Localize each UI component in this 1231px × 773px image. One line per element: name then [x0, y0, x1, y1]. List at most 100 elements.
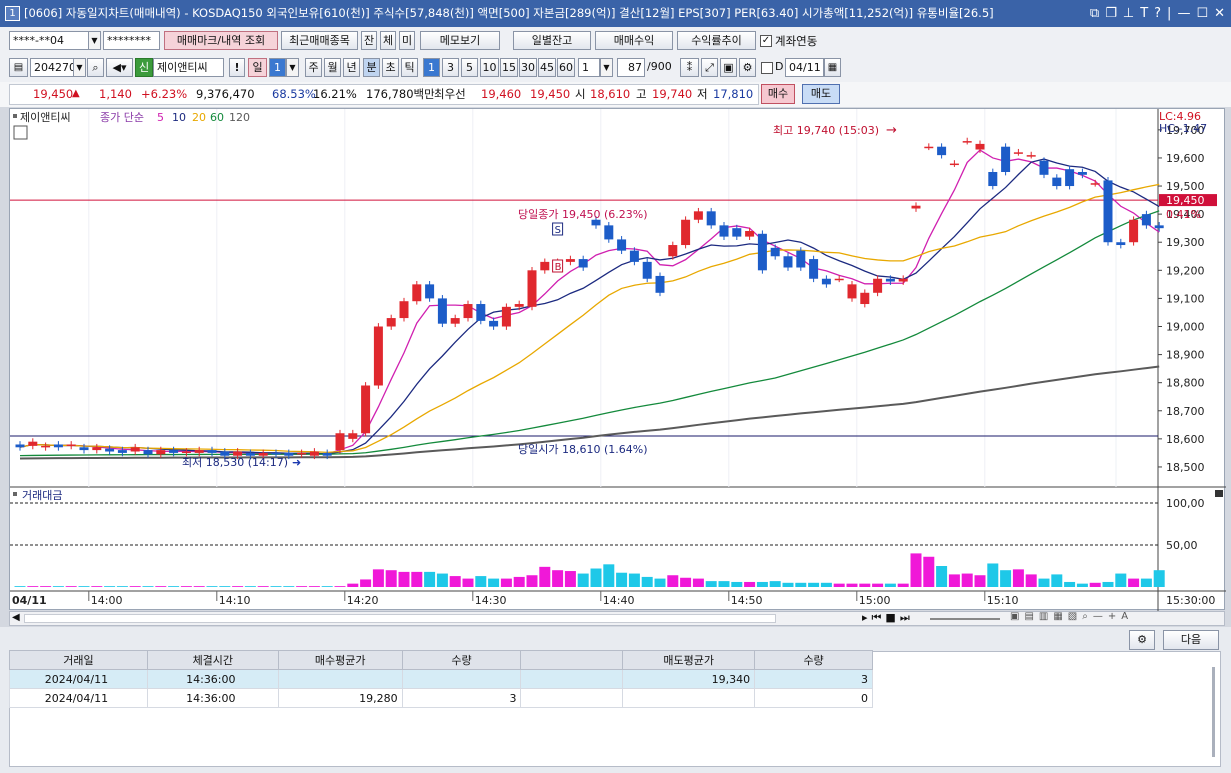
volume-bar — [232, 586, 244, 587]
period-month-button[interactable]: 월 — [324, 58, 341, 77]
alert-icon[interactable]: ! — [229, 58, 245, 77]
app-icon[interactable]: 1 — [5, 6, 20, 21]
volume-bar — [1115, 573, 1127, 587]
date-checkbox[interactable] — [761, 62, 773, 74]
price-change: 1,140 — [99, 87, 132, 101]
volume-value: 9,376,470 — [196, 87, 255, 101]
minute-60-button[interactable]: 60 — [557, 58, 575, 77]
volume-bar — [526, 575, 538, 587]
daily-balance-button[interactable]: 일별잔고 — [513, 31, 591, 50]
up-arrow-icon: ▲ — [72, 88, 80, 99]
close-icon[interactable]: ✕ — [1214, 0, 1225, 27]
minute-15-button[interactable]: 15 — [500, 58, 518, 77]
playback-controls-icon[interactable]: ▸⏮■⏭ — [862, 611, 914, 625]
price-chart[interactable]: 19,70019,60019,50019,40019,30019,20019,1… — [10, 109, 1226, 611]
count-input[interactable]: 87 — [617, 58, 645, 77]
candle-body — [41, 445, 51, 448]
period-day-dropdown-icon[interactable]: ▼ — [286, 58, 299, 77]
volume-bar — [1140, 578, 1152, 587]
minute-30-button[interactable]: 30 — [519, 58, 537, 77]
candle-body — [757, 233, 767, 271]
grid-scrollbar[interactable] — [1212, 667, 1215, 757]
minute-5-button[interactable]: 5 — [461, 58, 478, 77]
stock-code-dropdown-icon[interactable]: ▼ — [73, 58, 86, 77]
tab-unexecuted[interactable]: 미 — [399, 31, 415, 50]
period-minute-button[interactable]: 분 — [363, 58, 380, 77]
font-icon[interactable]: T — [1140, 0, 1148, 27]
volume-bar — [270, 586, 282, 587]
volume-bar — [40, 586, 52, 587]
account-dropdown-icon[interactable]: ▼ — [88, 31, 101, 50]
account-link-checkbox[interactable]: ✓ — [760, 35, 772, 47]
mark-history-button[interactable]: 매매마크/내역 조회 — [164, 31, 278, 50]
period-day-button[interactable]: 일 — [248, 58, 267, 77]
zoom-slider[interactable] — [930, 618, 1000, 620]
candle-body — [783, 256, 793, 268]
volume-bar — [1025, 574, 1037, 587]
sell-button[interactable]: 매도 — [802, 84, 840, 104]
save-icon[interactable]: ▣ — [720, 58, 737, 77]
stock-code-input[interactable]: 204270 — [30, 58, 74, 77]
period-tick-button[interactable]: 틱 — [401, 58, 418, 77]
recent-trades-button[interactable]: 최근매매종목 — [281, 31, 358, 50]
gear-icon[interactable]: ⚙ — [1129, 630, 1155, 650]
buy-button[interactable]: 매수 — [761, 84, 795, 104]
low-label: 저 — [697, 87, 708, 101]
candle-body — [450, 318, 460, 324]
table-row[interactable]: 2024/04/11 14:36:00 19,280 3 0 — [9, 688, 873, 708]
tab-executed[interactable]: 체 — [380, 31, 396, 50]
password-input[interactable]: ******** — [103, 31, 160, 50]
tab-balance[interactable]: 잔 — [361, 31, 377, 50]
candle-body — [28, 441, 38, 446]
candle-body — [437, 298, 447, 324]
chart-area[interactable]: 19,700 19,600 19,500 19,400 19,300 19,200 19,1… — [9, 108, 1226, 611]
minute-10-button[interactable]: 10 — [480, 58, 499, 77]
draw-tool-icon[interactable]: ⤢ — [701, 58, 718, 77]
scroll-thumb[interactable] — [24, 614, 776, 623]
zoom-tools-icon[interactable]: ▣▤▥▦▧⌕—+A — [1010, 611, 1133, 622]
grid-toggle-icon — [13, 125, 28, 140]
cell-time: 14:36:00 — [146, 688, 279, 708]
trade-profit-button[interactable]: 매매수익 — [595, 31, 673, 50]
return-trend-button[interactable]: 수익률추이 — [677, 31, 756, 50]
interval-input[interactable]: 1 — [578, 58, 600, 77]
candle-body — [1129, 219, 1139, 243]
minute-1-button[interactable]: 1 — [423, 58, 440, 77]
account-input[interactable]: ****-**04 — [9, 31, 89, 50]
date-input[interactable]: 04/11 — [785, 58, 824, 77]
table-row[interactable]: 2024/04/11 14:36:00 19,340 3 — [9, 669, 873, 689]
ma-5-line — [19, 149, 1160, 455]
chart-type-icon[interactable]: ▤ — [9, 58, 28, 77]
title-bar: 1 [0606] 자동일지차트(매매내역) - KOSDAQ150 외국인보유[… — [0, 0, 1231, 27]
settings-icon[interactable]: ⚙ — [739, 58, 756, 77]
hc-label: HC:-1.47 — [1159, 122, 1207, 135]
chart-scrollbar[interactable]: ◀ ▸⏮■⏭ ▣▤▥▦▧⌕—+A — [9, 611, 1225, 626]
interval-dropdown-icon[interactable]: ▼ — [600, 58, 613, 77]
candle-body — [834, 278, 844, 281]
count-total: /900 — [647, 60, 672, 73]
help-icon[interactable]: ? — [1154, 0, 1161, 27]
sound-icon[interactable]: ◀▾ — [106, 58, 133, 77]
calendar-icon[interactable]: ▦ — [824, 58, 841, 77]
period-day-count[interactable]: 1 — [269, 58, 286, 77]
pin-icon[interactable]: ⊥ — [1123, 0, 1134, 27]
copy-icon[interactable]: ❐ — [1105, 0, 1117, 27]
scroll-left-icon[interactable]: ◀ — [12, 612, 20, 623]
next-button[interactable]: 다음 — [1163, 630, 1219, 650]
volume-bar — [398, 571, 410, 587]
minute-3-button[interactable]: 3 — [442, 58, 459, 77]
legend-marker — [13, 114, 17, 118]
link-icon[interactable]: ⧉ — [1090, 0, 1099, 27]
volume-bar — [52, 586, 64, 587]
period-week-button[interactable]: 주 — [305, 58, 322, 77]
best-quote-label: 최우선 — [434, 87, 466, 101]
maximize-icon[interactable]: ☐ — [1196, 0, 1208, 27]
minute-45-button[interactable]: 45 — [538, 58, 556, 77]
minimize-icon[interactable]: — — [1177, 0, 1190, 27]
memo-button[interactable]: 메모보기 — [420, 31, 500, 50]
search-icon[interactable]: ⌕ — [87, 58, 104, 77]
indicator-icon[interactable]: ⁑ — [680, 58, 699, 77]
volume-bar — [91, 586, 103, 587]
period-second-button[interactable]: 초 — [382, 58, 399, 77]
period-year-button[interactable]: 년 — [343, 58, 360, 77]
